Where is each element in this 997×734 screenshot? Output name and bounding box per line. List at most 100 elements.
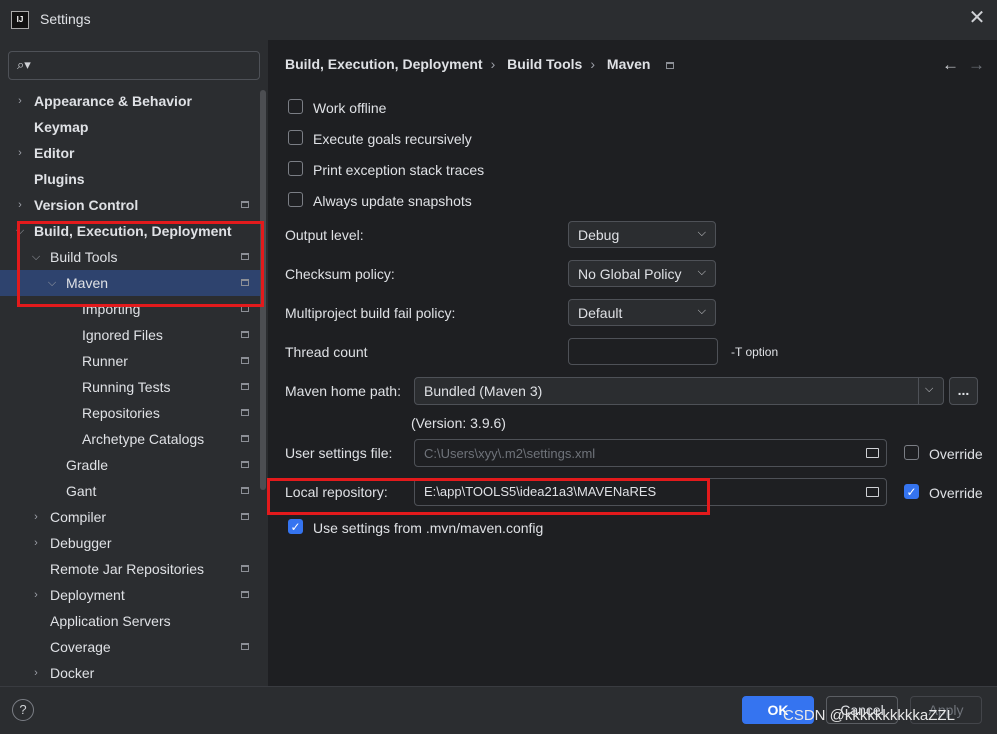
local-repository-input[interactable]: E:\app\TOOLS5\idea21a3\MAVENaRES xyxy=(414,478,887,506)
sidebar-item[interactable]: › Compiler xyxy=(0,504,262,530)
sidebar-item[interactable]: Gant xyxy=(0,478,262,504)
output-level-dropdown[interactable]: Debug ⌵ xyxy=(568,221,716,248)
thread-count-suffix: -T option xyxy=(731,345,779,359)
sidebar-scrollbar[interactable] xyxy=(260,90,266,490)
always-update-label: Always update snapshots xyxy=(313,193,472,209)
sidebar-item[interactable]: › Appearance & Behavior xyxy=(0,88,262,114)
sidebar-item-label: Repositories xyxy=(82,405,160,421)
user-settings-input[interactable]: C:\Users\xyy\.m2\settings.xml xyxy=(414,439,887,467)
sidebar-item[interactable]: ⌵ Maven xyxy=(0,270,262,296)
sidebar-item[interactable]: ⌵ Build, Execution, Deployment xyxy=(0,218,262,244)
sidebar-item[interactable]: Running Tests xyxy=(0,374,262,400)
sidebar-item[interactable]: Plugins xyxy=(0,166,262,192)
multiproject-policy-label: Multiproject build fail policy: xyxy=(285,305,456,321)
breadcrumb: Build, Execution, Deployment › Build Tool… xyxy=(285,56,680,72)
sidebar-item[interactable]: Runner xyxy=(0,348,262,374)
search-icon: ⌕▾ xyxy=(17,57,31,72)
chevron-right-icon: › xyxy=(490,56,496,72)
forward-arrow-icon[interactable]: → xyxy=(968,55,985,75)
sidebar-item-label: Appearance & Behavior xyxy=(34,93,192,109)
sidebar-item[interactable]: Application Servers xyxy=(0,608,262,634)
sidebar-item[interactable]: › Version Control xyxy=(0,192,262,218)
sidebar-item-label: Keymap xyxy=(34,119,89,135)
multiproject-policy-dropdown[interactable]: Default ⌵ xyxy=(568,299,716,326)
sidebar-item-label: Build Tools xyxy=(50,249,118,265)
sidebar-item-label: Runner xyxy=(82,353,128,369)
project-scope-icon xyxy=(241,643,249,650)
execute-goals-checkbox[interactable] xyxy=(288,130,303,145)
chevron-right-icon[interactable]: › xyxy=(14,88,26,114)
chevron-right-icon[interactable]: › xyxy=(30,504,42,530)
project-scope-icon xyxy=(241,409,249,416)
project-scope-icon xyxy=(241,357,249,364)
checksum-policy-dropdown[interactable]: No Global Policy ⌵ xyxy=(568,260,716,287)
sidebar-item[interactable]: Repositories xyxy=(0,400,262,426)
chevron-right-icon[interactable]: › xyxy=(30,530,42,556)
maven-version-text: (Version: 3.9.6) xyxy=(411,415,506,431)
project-scope-icon xyxy=(666,62,675,69)
project-scope-icon xyxy=(241,383,249,390)
help-icon[interactable]: ? xyxy=(12,699,34,721)
local-repository-label: Local repository: xyxy=(285,484,388,500)
chevron-down-icon: ⌵ xyxy=(697,305,706,317)
sidebar-item-label: Application Servers xyxy=(50,613,171,629)
sidebar-item[interactable]: › Editor xyxy=(0,140,262,166)
always-update-checkbox[interactable] xyxy=(288,192,303,207)
sidebar-item[interactable]: Ignored Files xyxy=(0,322,262,348)
back-arrow-icon[interactable]: ← xyxy=(942,55,959,75)
chevron-right-icon[interactable]: › xyxy=(14,192,26,218)
sidebar-item-label: Version Control xyxy=(34,197,139,213)
maven-home-combo[interactable]: Bundled (Maven 3) ⌵ xyxy=(414,377,944,405)
chevron-right-icon[interactable]: › xyxy=(30,660,42,686)
sidebar-item[interactable]: Gradle xyxy=(0,452,262,478)
search-input[interactable]: ⌕▾ xyxy=(8,51,260,80)
output-level-label: Output level: xyxy=(285,227,364,243)
sidebar-item-label: Coverage xyxy=(50,639,111,655)
project-scope-icon xyxy=(241,487,249,494)
folder-icon[interactable] xyxy=(866,487,879,497)
sidebar-item[interactable]: Keymap xyxy=(0,114,262,140)
settings-sidebar: ⌕▾ › Appearance & Behavior Keymap › Editor Pl… xyxy=(0,40,268,686)
sidebar-item-label: Debugger xyxy=(50,535,112,551)
chevron-down-icon[interactable]: ⌵ xyxy=(925,383,933,396)
project-scope-icon xyxy=(241,461,249,468)
folder-icon[interactable] xyxy=(866,448,879,458)
maven-home-browse-button[interactable]: ... xyxy=(949,377,978,405)
sidebar-item-label: Editor xyxy=(34,145,75,161)
breadcrumb-item[interactable]: Build, Execution, Deployment xyxy=(285,56,483,72)
user-settings-override-checkbox[interactable] xyxy=(904,445,919,460)
chevron-down-icon: ⌵ xyxy=(697,266,706,278)
breadcrumb-item[interactable]: Build Tools xyxy=(507,56,582,72)
sidebar-item[interactable]: › Debugger xyxy=(0,530,262,556)
sidebar-item[interactable]: Coverage xyxy=(0,634,262,660)
sidebar-item[interactable]: ⌵ Build Tools xyxy=(0,244,262,270)
sidebar-item[interactable]: Importing xyxy=(0,296,262,322)
settings-tree: › Appearance & Behavior Keymap › Editor Plugi… xyxy=(0,88,262,686)
output-level-value: Debug xyxy=(578,227,620,243)
sidebar-item[interactable]: › Docker xyxy=(0,660,262,686)
sidebar-item-label: Ignored Files xyxy=(82,327,163,343)
sidebar-item-label: Gant xyxy=(66,483,97,499)
print-exception-checkbox[interactable] xyxy=(288,161,303,176)
chevron-down-icon[interactable]: ⌵ xyxy=(14,218,26,244)
use-mvn-config-label: Use settings from .mvn/maven.config xyxy=(313,520,544,536)
project-scope-icon xyxy=(241,435,249,442)
project-scope-icon xyxy=(241,565,249,572)
local-repository-override-checkbox[interactable]: ✓ xyxy=(904,484,919,499)
sidebar-item[interactable]: › Deployment xyxy=(0,582,262,608)
sidebar-item-label: Gradle xyxy=(66,457,109,473)
sidebar-item[interactable]: Archetype Catalogs xyxy=(0,426,262,452)
chevron-right-icon[interactable]: › xyxy=(30,582,42,608)
sidebar-item[interactable]: Remote Jar Repositories xyxy=(0,556,262,582)
chevron-down-icon[interactable]: ⌵ xyxy=(30,244,42,270)
chevron-down-icon[interactable]: ⌵ xyxy=(46,270,58,296)
project-scope-icon xyxy=(241,279,249,286)
chevron-right-icon[interactable]: › xyxy=(14,140,26,166)
user-settings-override-label: Override xyxy=(929,446,983,462)
use-mvn-config-checkbox[interactable]: ✓ xyxy=(288,519,303,534)
local-repository-value: E:\app\TOOLS5\idea21a3\MAVENaRES xyxy=(424,484,657,499)
close-icon[interactable]: ✕ xyxy=(967,8,987,28)
thread-count-input[interactable] xyxy=(568,338,718,365)
work-offline-checkbox[interactable] xyxy=(288,99,303,114)
dialog-footer: ? OK Cancel Apply CSDN @kkkkkkkkkkaZZL xyxy=(0,686,997,734)
